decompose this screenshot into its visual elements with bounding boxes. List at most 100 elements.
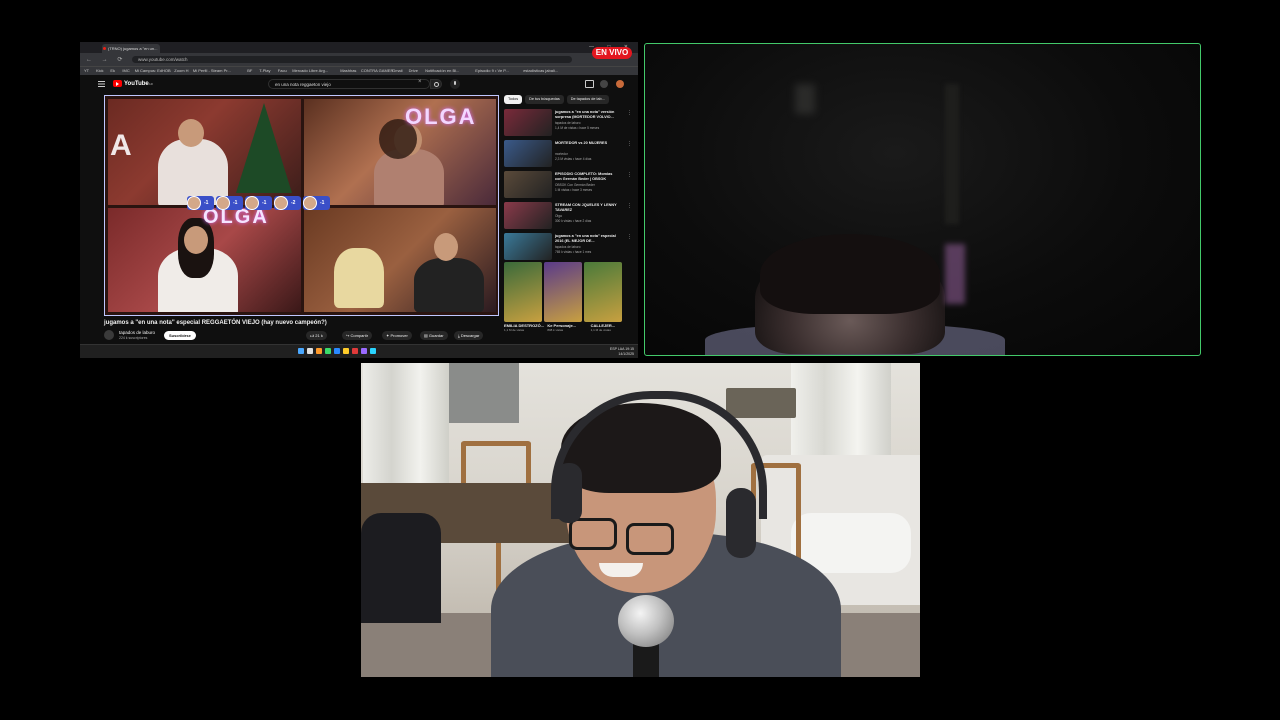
browser-tab[interactable]: (TRNO) jugamos a "en un...: [102, 44, 160, 53]
hamburger-menu-icon[interactable]: [98, 81, 105, 87]
video-player[interactable]: A OLGA OLGA -1 -1 -1 -2 -1: [104, 95, 499, 316]
save-button[interactable]: ▤ Guardar: [420, 331, 448, 340]
bookmark-item[interactable]: Notificación en Bl...: [425, 68, 459, 73]
clear-search-icon[interactable]: ×: [418, 79, 422, 85]
video-thumbnail[interactable]: [504, 233, 552, 260]
bookmark-item[interactable]: Kick: [96, 68, 104, 73]
video-thumbnail[interactable]: [504, 140, 552, 167]
short-views: 808 k vistas: [547, 328, 564, 332]
player-avatar: [274, 196, 288, 210]
short-label[interactable]: CALLEJER... 1,1 M de vistas: [591, 323, 632, 332]
video-thumbnail[interactable]: [504, 202, 552, 229]
short-thumbnail[interactable]: [504, 262, 542, 322]
clock-date[interactable]: 14/1/2025: [618, 352, 634, 356]
browser-tab-bar: (TRNO) jugamos a "en un... — □ ✕: [80, 42, 638, 53]
bookmark-item[interactable]: estadísticas jabalí...: [523, 68, 558, 73]
video-thumbnail[interactable]: [504, 109, 552, 136]
account-avatar[interactable]: [616, 80, 624, 88]
bookmark-item[interactable]: Mi Perfil - Steam Pr...: [193, 68, 231, 73]
taskbar-app-icon[interactable]: [370, 348, 376, 354]
recommended-channel[interactable]: tapados de laburo: [555, 121, 581, 125]
taskbar-app-icon[interactable]: [307, 348, 313, 354]
score-chip: -1: [187, 196, 214, 210]
more-options-icon[interactable]: ⋮: [627, 172, 632, 178]
recommended-channel[interactable]: Olga: [555, 214, 562, 218]
save-label: Guardar: [428, 333, 444, 338]
channel-avatar[interactable]: [104, 330, 114, 340]
taskbar-app-icon[interactable]: [298, 348, 304, 354]
subscribe-button[interactable]: Suscribirse: [164, 331, 196, 340]
recommended-video[interactable]: jugamos a "en una nota" versión sorpresa…: [504, 109, 632, 140]
clock-time[interactable]: 19:15: [625, 347, 634, 351]
background-door: [945, 84, 959, 224]
video-thumbnail[interactable]: [504, 171, 552, 198]
bookmark-item[interactable]: YT: [84, 68, 89, 73]
more-options-icon[interactable]: ⋮: [627, 234, 632, 240]
chip-all[interactable]: Todos: [504, 95, 523, 104]
language-indicator[interactable]: ESP LAA: [610, 347, 624, 351]
channel-name[interactable]: tapados de laburo: [119, 330, 155, 335]
notifications-icon[interactable]: [600, 80, 608, 88]
taskbar-app-icon[interactable]: [325, 348, 331, 354]
recommended-channel[interactable]: OBSOK Con Germán Beder: [555, 183, 595, 187]
like-button[interactable]: 👍︎ 21 k: [306, 331, 327, 340]
chip-from-channel[interactable]: De tapados de lab...: [566, 95, 609, 104]
recommended-title[interactable]: MORTEDOR vs 20 MUJERES: [555, 141, 619, 146]
promote-button[interactable]: ✦ Promover: [382, 331, 412, 340]
bookmark-item[interactable]: Drive: [409, 68, 418, 73]
bookmark-item[interactable]: Episodio 9 • Ve P...: [475, 68, 509, 73]
curtain-right: [791, 363, 891, 463]
more-options-icon[interactable]: ⋮: [627, 203, 632, 209]
curtain-left: [363, 363, 449, 488]
chip-from-searches[interactable]: De tus búsquedas: [525, 95, 564, 104]
download-button[interactable]: ⤓ Descargar: [454, 331, 484, 340]
create-icon[interactable]: [585, 80, 594, 88]
bookmark-item[interactable]: BF: [247, 68, 252, 73]
recommended-title[interactable]: EPISODIO COMPLETO: Momias con Germán Bed…: [555, 172, 619, 182]
system-tray: ESP LAA 19:15 14/1/2025: [610, 347, 634, 356]
bookmark-item[interactable]: Mi Campus: EdHOB: [135, 68, 171, 73]
nav-arrows-icon[interactable]: ← → ⟳: [86, 56, 126, 63]
taskbar-app-icon[interactable]: [343, 348, 349, 354]
recommended-video[interactable]: MORTEDOR vs 20 MUJERES mortedor 2,3 M vist…: [504, 140, 632, 171]
recommended-title[interactable]: STREAM CON JQUELES Y LENNY TAVAREZ: [555, 203, 619, 213]
more-options-icon[interactable]: ⋮: [627, 141, 632, 147]
bookmark-item[interactable]: IMC: [122, 68, 129, 73]
christmas-tree: [236, 103, 292, 193]
recommended-video[interactable]: jugamos a "en una nota" especial 2016 (E…: [504, 233, 632, 264]
taskbar-app-icon[interactable]: [316, 348, 322, 354]
recommended-channel[interactable]: tapados de laburo: [555, 245, 581, 249]
bookmark-item[interactable]: Facu: [278, 68, 287, 73]
short-label[interactable]: Ke Personaje... 808 k vistas: [547, 323, 588, 332]
search-button[interactable]: [430, 79, 442, 89]
headphone-cup-right: [726, 488, 756, 558]
bookmark-item[interactable]: Mercado Libre Arg...: [292, 68, 328, 73]
voice-search-icon[interactable]: [450, 79, 460, 89]
recommended-video[interactable]: STREAM CON JQUELES Y LENNY TAVAREZ Olga 30…: [504, 202, 632, 233]
bookmark-item[interactable]: Ek: [110, 68, 115, 73]
recommended-title[interactable]: jugamos a "en una nota" versión sorpresa…: [555, 110, 619, 120]
recommended-title[interactable]: jugamos a "en una nota" especial 2016 (E…: [555, 234, 619, 244]
short-thumbnail[interactable]: [584, 262, 622, 322]
taskbar-app-icon[interactable]: [361, 348, 367, 354]
glasses-icon: [569, 518, 617, 550]
bookmark-item[interactable]: T-Play: [259, 68, 270, 73]
short-thumbnail[interactable]: [544, 262, 582, 322]
youtube-logo[interactable]: YouTube AR: [113, 80, 153, 87]
search-input[interactable]: en una nota reggaeton viejo: [268, 79, 430, 89]
player-avatar: [216, 196, 230, 210]
bookmark-item[interactable]: CONTRA GAMER: [361, 68, 393, 73]
bookmark-item[interactable]: Mashhas: [340, 68, 356, 73]
short-views: 1,1 M de vistas: [590, 328, 611, 332]
share-button[interactable]: ↪ Compartir: [342, 331, 373, 340]
bookmark-item[interactable]: Zoom H: [174, 68, 188, 73]
more-options-icon[interactable]: ⋮: [627, 110, 632, 116]
taskbar-app-icon[interactable]: [334, 348, 340, 354]
taskbar-app-icon[interactable]: [352, 348, 358, 354]
bookmark-item[interactable]: Gmail: [392, 68, 402, 73]
recommended-video[interactable]: EPISODIO COMPLETO: Momias con Germán Bed…: [504, 171, 632, 202]
short-label[interactable]: EMILIA DESTROZÓ... 1,1 M de vistas: [504, 323, 545, 332]
address-bar[interactable]: www.youtube.com/watch: [132, 56, 572, 63]
video-title: jugamos a "en una nota" especial REGGAET…: [104, 320, 327, 326]
recommended-channel[interactable]: mortedor: [555, 152, 568, 156]
